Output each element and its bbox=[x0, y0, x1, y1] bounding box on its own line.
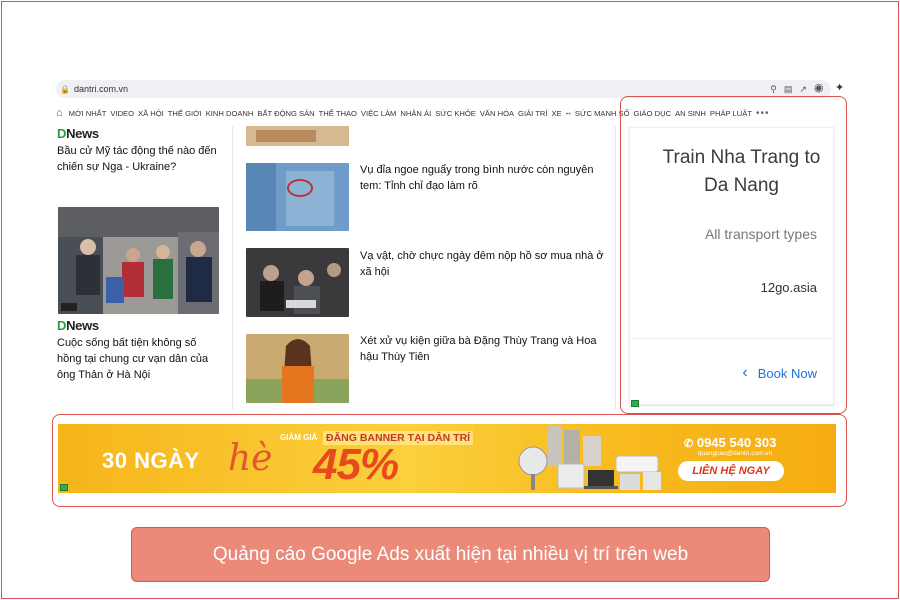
middle-article-1-title[interactable]: Vụ đỉa ngoe nguẩy trong bình nước còn ng… bbox=[360, 163, 605, 194]
left-article-2-title[interactable]: Cuộc sống bất tiện không số hồng tại chu… bbox=[57, 335, 222, 383]
nav-item-giai-tri[interactable]: GIẢI TRÍ bbox=[518, 109, 547, 118]
nav-item-the-thao[interactable]: THỂ THAO bbox=[319, 109, 357, 118]
left-article-1-title[interactable]: Bầu cử Mỹ tác động thế nào đến chiến sự … bbox=[57, 143, 222, 175]
share-icon[interactable]: ↗ bbox=[799, 84, 807, 95]
google-ad-card[interactable]: Train Nha Trang to Da Nang All transport… bbox=[629, 127, 834, 405]
appliances-illustration bbox=[518, 426, 661, 490]
extension-icon[interactable]: ◉ bbox=[814, 81, 824, 94]
middle-article-1-image[interactable] bbox=[246, 163, 349, 231]
banner-he-text: hè bbox=[228, 438, 273, 479]
nav-item-moi-nhat[interactable]: MỚI NHẤT bbox=[69, 109, 107, 118]
home-icon[interactable]: ⌂ bbox=[56, 107, 63, 119]
left-article-2: DNews Cuộc sống bất tiện không số hồng t… bbox=[57, 318, 222, 383]
contact-now-button[interactable]: LIÊN HỆ NGAY bbox=[678, 461, 784, 481]
nav-item-suc-khoe[interactable]: SỨC KHỎE bbox=[435, 109, 476, 118]
ad-title[interactable]: Train Nha Trang to Da Nang bbox=[630, 144, 833, 200]
middle-article-3-title[interactable]: Xét xử vụ kiện giữa bà Đặng Thùy Trang v… bbox=[360, 334, 605, 365]
book-now-label: Book Now bbox=[757, 365, 817, 381]
translate-icon[interactable]: ▤ bbox=[784, 84, 793, 95]
banner-phone: ✆ 0945 540 303 bbox=[684, 435, 777, 450]
middle-top-image[interactable] bbox=[246, 126, 349, 146]
nav-item-nhan-ai[interactable]: NHÂN ÁI bbox=[400, 109, 431, 118]
left-article-2-image[interactable] bbox=[58, 207, 219, 314]
nav-item-kinh-doanh[interactable]: KINH DOANH bbox=[206, 109, 254, 118]
ad-divider bbox=[630, 338, 833, 339]
nav-item-van-hoa[interactable]: VĂN HÓA bbox=[480, 109, 514, 118]
nav-item-viec-lam[interactable]: VIỆC LÀM bbox=[361, 109, 396, 118]
adchoices-icon[interactable] bbox=[631, 400, 639, 407]
column-divider bbox=[232, 126, 233, 410]
middle-article-3-image[interactable] bbox=[246, 334, 349, 403]
column-divider-right bbox=[615, 126, 616, 410]
dnews-logo: DNews bbox=[57, 126, 99, 141]
middle-article-2-title[interactable]: Vạ vật, chờ chực ngày đêm nộp hồ sơ mua … bbox=[360, 249, 605, 280]
banner-discount-label: GIẢM GIÁ bbox=[280, 433, 318, 442]
banner-email: quangcao@dantri.com.vn bbox=[698, 450, 773, 457]
url-text[interactable]: dantri.com.vn bbox=[74, 84, 770, 94]
left-column: DNews Bầu cử Mỹ tác động thế nào đến chi… bbox=[57, 126, 222, 175]
zoom-icon[interactable]: ⚲ bbox=[770, 84, 777, 95]
banner-days-text: 30 NGÀY bbox=[102, 448, 200, 473]
caption-text: Quảng cáo Google Ads xuất hiện tại nhiều… bbox=[212, 543, 689, 565]
nav-item-xe[interactable]: XE bbox=[551, 109, 561, 118]
nav-item-xa-hoi[interactable]: XÃ HỘI bbox=[138, 109, 164, 118]
caption-box: Quảng cáo Google Ads xuất hiện tại nhiều… bbox=[131, 527, 770, 582]
nav-item-bat-dong-san[interactable]: BẤT ĐỘNG SẢN bbox=[257, 109, 314, 118]
banner-percent: 45% bbox=[313, 440, 399, 489]
nav-item-video[interactable]: VIDEO bbox=[110, 109, 134, 118]
dnews-logo-2: DNews bbox=[57, 318, 99, 333]
nav-dot-separator: •• bbox=[565, 108, 571, 118]
phone-icon: ✆ bbox=[684, 438, 694, 450]
middle-article-2-image[interactable] bbox=[246, 248, 349, 317]
lock-icon[interactable]: 🔒 bbox=[56, 85, 74, 94]
book-now-button[interactable]: ‹ Book Now bbox=[742, 364, 817, 382]
ad-domain[interactable]: 12go.asia bbox=[761, 280, 817, 295]
dantri-banner-ad[interactable]: 30 NGÀY hè GIẢM GIÁ ĐĂNG BANNER TẠI DÂN … bbox=[58, 424, 836, 493]
adchoices-icon-banner[interactable] bbox=[60, 484, 68, 491]
chevron-left-icon: ‹ bbox=[742, 364, 748, 381]
ad-subtitle: All transport types bbox=[704, 226, 817, 242]
nav-item-the-gioi[interactable]: THẾ GIỚI bbox=[168, 109, 202, 118]
puzzle-icon[interactable]: ✦ bbox=[835, 81, 844, 94]
